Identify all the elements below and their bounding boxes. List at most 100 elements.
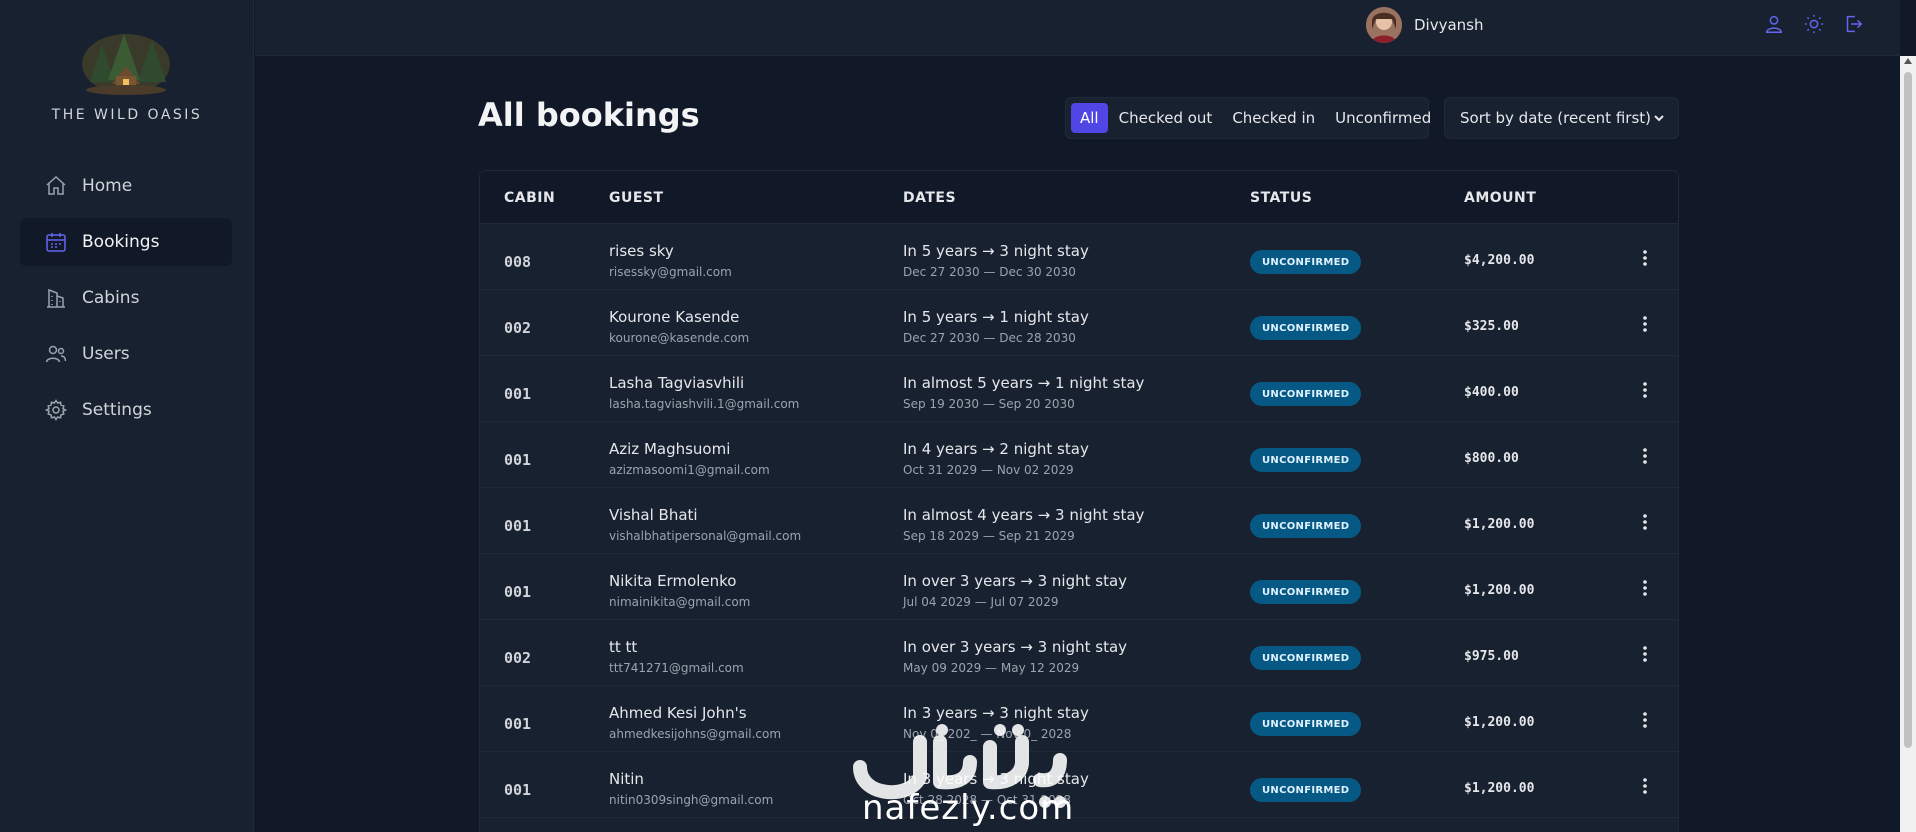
logo xyxy=(78,26,174,96)
sidebar-item-label: Settings xyxy=(82,400,152,420)
guest-email: risessky@gmail.com xyxy=(609,265,732,279)
date-range: May 09 2029 — May 12 2029 xyxy=(903,661,1080,675)
date-range: Oct 31 2029 — Nov 02 2029 xyxy=(903,463,1074,477)
stay-summary: In 5 years → 3 night stay xyxy=(903,242,1089,260)
guest-name: Kourone Kasende xyxy=(609,308,740,326)
gear-icon xyxy=(44,399,68,421)
cabin-number: 002 xyxy=(504,649,532,667)
status-badge: UNCONFIRMED xyxy=(1250,316,1362,340)
scroll-up-arrow[interactable] xyxy=(1904,58,1912,64)
building-icon xyxy=(47,288,65,308)
guest-email: kourone@kasende.com xyxy=(609,331,750,345)
booking-filter: All Checked out Checked in Unconfirmed xyxy=(1065,97,1431,139)
avatar[interactable] xyxy=(1366,7,1402,43)
sidebar-item-users[interactable]: Users xyxy=(20,330,232,378)
stay-summary: In over 3 years → 3 night stay xyxy=(903,572,1128,590)
sidebar-nav: Home Bookings Cabins Users Settings xyxy=(20,162,232,442)
more-options-icon[interactable] xyxy=(1636,248,1654,268)
sidebar-item-settings[interactable]: Settings xyxy=(20,386,232,434)
guest-email: ahmedkesijohns@gmail.com xyxy=(609,727,782,741)
filter-checked-in-button[interactable]: Checked in xyxy=(1223,103,1324,133)
booking-amount: $975.00 xyxy=(1464,649,1519,664)
cabin-number: 002 xyxy=(504,319,532,337)
guest-name: Nitin xyxy=(609,770,644,788)
more-options-icon[interactable] xyxy=(1636,710,1654,730)
cabin-number: 008 xyxy=(504,253,532,271)
guest-name: Ahmed Kesi John's xyxy=(609,704,747,722)
more-options-icon[interactable] xyxy=(1636,512,1654,532)
chevron-down-icon xyxy=(1654,115,1664,122)
filter-all-button[interactable]: All xyxy=(1071,103,1108,133)
sidebar-item-label: Home xyxy=(82,176,133,196)
logout-icon[interactable] xyxy=(1842,13,1864,35)
sun-icon[interactable] xyxy=(1803,13,1825,35)
status-badge: UNCONFIRMED xyxy=(1250,646,1362,670)
table-row: 001 Nikita Ermolenko nimainikita@gmail.com… xyxy=(480,554,1678,620)
date-range: Dec 27 2030 — Dec 30 2030 xyxy=(903,265,1076,279)
bookings-table: CABIN GUEST DATES STATUS AMOUNT 008 rises… xyxy=(479,170,1679,832)
status-badge: UNCONFIRMED xyxy=(1250,778,1362,802)
cabin-number: 001 xyxy=(504,451,532,469)
sidebar-item-cabins[interactable]: Cabins xyxy=(20,274,232,322)
table-body: 008 rises sky risessky@gmail.com In 5 years… xyxy=(480,224,1678,818)
table-row: 001 Nitin nitin0309singh@gmail.com In 3 yea… xyxy=(480,752,1678,818)
stay-summary: In 4 years → 2 night stay xyxy=(903,440,1089,458)
sort-select[interactable]: Sort by date (recent first) xyxy=(1444,97,1679,139)
date-range: Jul 04 2029 — Jul 07 2029 xyxy=(903,595,1059,609)
filter-checked-out-button[interactable]: Checked out xyxy=(1110,103,1222,133)
scroll-thumb[interactable] xyxy=(1904,72,1912,748)
stay-summary: In 3 years → 3 night stay xyxy=(903,704,1089,722)
sidebar-item-home[interactable]: Home xyxy=(20,162,232,210)
booking-amount: $800.00 xyxy=(1464,451,1519,466)
more-options-icon[interactable] xyxy=(1636,314,1654,334)
status-badge: UNCONFIRMED xyxy=(1250,514,1362,538)
column-header-cabin: CABIN xyxy=(504,190,556,206)
guest-name: Lasha Tagviasvhili xyxy=(609,374,745,392)
date-range: Sep 19 2030 — Sep 20 2030 xyxy=(903,397,1075,411)
status-badge: UNCONFIRMED xyxy=(1250,250,1362,274)
booking-amount: $325.00 xyxy=(1464,319,1519,334)
more-options-icon[interactable] xyxy=(1636,644,1654,664)
status-badge: UNCONFIRMED xyxy=(1250,580,1362,604)
more-options-icon[interactable] xyxy=(1636,578,1654,598)
status-badge: UNCONFIRMED xyxy=(1250,712,1362,736)
stay-summary: In almost 4 years → 3 night stay xyxy=(903,506,1145,524)
date-range: Dec 27 2030 — Dec 28 2030 xyxy=(903,331,1076,345)
column-header-guest: GUEST xyxy=(609,190,664,206)
more-options-icon[interactable] xyxy=(1636,446,1654,466)
guest-email: ttt741271@gmail.com xyxy=(609,661,744,675)
cabin-number: 001 xyxy=(504,583,532,601)
guest-name: rises sky xyxy=(609,242,674,260)
column-header-status: STATUS xyxy=(1250,190,1313,206)
calendar-icon xyxy=(46,233,66,252)
scrollbar[interactable] xyxy=(1900,56,1916,832)
sidebar-item-label: Cabins xyxy=(82,288,140,308)
status-badge: UNCONFIRMED xyxy=(1250,382,1362,406)
user-icon[interactable] xyxy=(1763,13,1785,35)
table-row: 001 Lasha Tagviasvhili lasha.tagviashvili.… xyxy=(480,356,1678,422)
cabin-number: 001 xyxy=(504,715,532,733)
sidebar-item-bookings[interactable]: Bookings xyxy=(20,218,232,266)
more-options-icon[interactable] xyxy=(1636,380,1654,400)
cabin-number: 001 xyxy=(504,517,532,535)
guest-name: Nikita Ermolenko xyxy=(609,572,737,590)
watermark-text: nafezly.com xyxy=(862,788,1075,828)
sidebar: THE WILD OASIS Home Bookings Cabins User… xyxy=(0,0,254,832)
booking-amount: $1,200.00 xyxy=(1464,517,1535,532)
guest-email: nimainikita@gmail.com xyxy=(609,595,751,609)
stay-summary: In over 3 years → 3 night stay xyxy=(903,638,1128,656)
column-header-amount: AMOUNT xyxy=(1464,190,1537,206)
booking-amount: $1,200.00 xyxy=(1464,715,1535,730)
stay-summary: In 5 years → 1 night stay xyxy=(903,308,1089,326)
booking-amount: $400.00 xyxy=(1464,385,1519,400)
booking-amount: $1,200.00 xyxy=(1464,781,1535,796)
table-row: 001 Vishal Bhati vishalbhatipersonal@gmail… xyxy=(480,488,1678,554)
filter-unconfirmed-button[interactable]: Unconfirmed xyxy=(1326,103,1440,133)
guest-email: nitin0309singh@gmail.com xyxy=(609,793,774,807)
more-options-icon[interactable] xyxy=(1636,776,1654,796)
guest-email: azizmasoomi1@gmail.com xyxy=(609,463,770,477)
table-row: 001 Ahmed Kesi John's ahmedkesijohns@gmail… xyxy=(480,686,1678,752)
table-header: CABIN GUEST DATES STATUS AMOUNT xyxy=(480,171,1678,224)
username[interactable]: Divyansh xyxy=(1414,16,1484,34)
logo-text: THE WILD OASIS xyxy=(51,107,203,123)
